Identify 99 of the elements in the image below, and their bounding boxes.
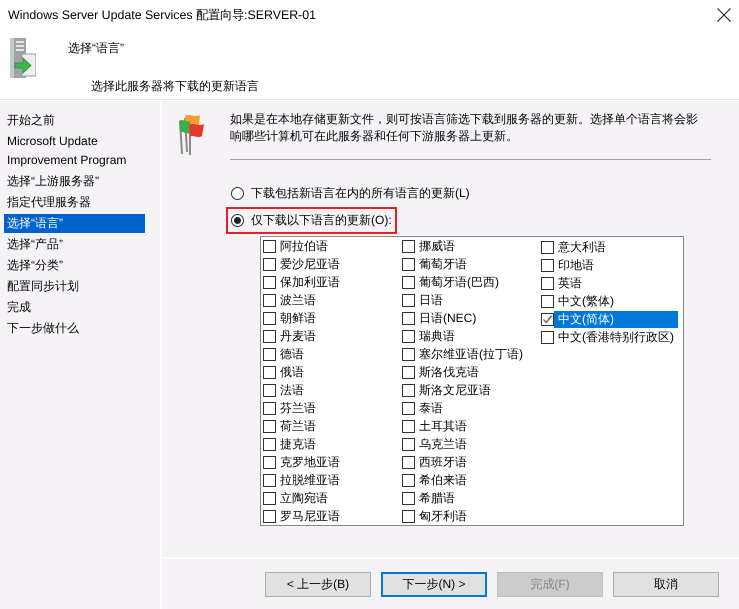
wizard-step: 下一步做什么 <box>4 319 145 338</box>
checkbox[interactable] <box>402 456 415 469</box>
checkbox[interactable] <box>263 384 276 397</box>
checkbox[interactable] <box>263 492 276 505</box>
checkbox[interactable] <box>263 330 276 344</box>
window-title: Windows Server Update Services 配置向导:SERVER-01 <box>8 6 316 24</box>
language-label[interactable]: 芬兰语 <box>276 400 320 417</box>
close-icon[interactable] <box>717 8 731 22</box>
language-label[interactable]: 乌克兰语 <box>415 436 471 453</box>
language-label[interactable]: 斯洛文尼亚语 <box>415 382 495 399</box>
checkbox[interactable] <box>263 276 276 290</box>
checkbox[interactable] <box>263 420 276 433</box>
checkbox[interactable] <box>402 348 415 362</box>
wizard-step: 配置同步计划 <box>4 277 145 296</box>
checkbox[interactable] <box>402 420 415 433</box>
language-label[interactable]: 匈牙利语 <box>415 508 471 525</box>
language-label[interactable]: 泰语 <box>415 400 447 417</box>
radio-button[interactable] <box>231 214 244 227</box>
language-label[interactable]: 日语 <box>415 292 447 310</box>
checkbox[interactable] <box>402 510 415 523</box>
wizard-step: 完成 <box>4 298 145 317</box>
language-label[interactable]: 希腊语 <box>415 490 459 507</box>
page-title: 选择“语言” <box>68 40 124 57</box>
language-label[interactable]: 挪威语 <box>415 238 459 256</box>
language-label[interactable]: 土耳其语 <box>415 418 471 435</box>
language-label[interactable]: 希伯来语 <box>415 472 471 489</box>
checkbox[interactable] <box>263 402 276 415</box>
description-text: 如果是在本地存储更新文件，则可按语言筛选下载到服务器的更新。选择单个语言将会影响哪些计算机可在此服务器和任何下游服务器上更新。 <box>230 111 699 145</box>
language-label[interactable]: 阿拉伯语 <box>276 238 332 256</box>
checkbox[interactable] <box>402 402 415 415</box>
language-label[interactable]: 中文(繁体) <box>554 292 618 310</box>
language-label[interactable]: 爱沙尼亚语 <box>276 256 344 274</box>
language-label[interactable]: 英语 <box>554 274 586 292</box>
checkbox[interactable] <box>263 366 276 380</box>
language-label[interactable]: 德语 <box>276 346 308 364</box>
checkbox[interactable] <box>402 294 415 308</box>
language-label[interactable]: 印地语 <box>554 256 598 274</box>
language-label[interactable]: 立陶宛语 <box>276 490 332 507</box>
language-label[interactable]: 朝鲜语 <box>276 310 320 328</box>
language-label[interactable]: 葡萄牙语(巴西) <box>415 274 503 292</box>
checkbox[interactable] <box>541 330 554 344</box>
wizard-step: Microsoft Update Improvement Program <box>4 132 145 170</box>
checkbox[interactable] <box>541 276 554 290</box>
radio-label[interactable]: 仅下载以下语言的更新(O): <box>251 212 392 229</box>
checkbox[interactable] <box>263 240 276 254</box>
wizard-step: 选择“分类” <box>4 256 145 275</box>
checkbox[interactable] <box>541 258 554 272</box>
language-label[interactable]: 克罗地亚语 <box>276 454 344 471</box>
checkbox[interactable] <box>402 330 415 344</box>
checkbox[interactable] <box>402 474 415 487</box>
wizard-button[interactable]: 取消 <box>613 572 719 597</box>
wizard-step: 开始之前 <box>4 111 145 130</box>
language-label[interactable]: 日语(NEC) <box>415 310 480 328</box>
language-label[interactable]: 荷兰语 <box>276 418 320 435</box>
checkbox[interactable] <box>402 366 415 380</box>
checkbox[interactable] <box>263 456 276 469</box>
radio-button[interactable] <box>231 187 244 200</box>
language-label[interactable]: 瑞典语 <box>415 328 459 346</box>
wizard-step: 选择“上游服务器” <box>4 172 145 191</box>
language-label[interactable]: 波兰语 <box>276 292 320 310</box>
checkbox[interactable] <box>402 492 415 505</box>
checkbox[interactable] <box>263 294 276 308</box>
server-icon <box>10 38 36 78</box>
checkbox[interactable] <box>402 438 415 451</box>
page-subtitle: 选择此服务器将下载的更新语言 <box>91 78 259 95</box>
checkbox[interactable] <box>263 438 276 451</box>
language-label[interactable]: 意大利语 <box>554 238 610 256</box>
language-label[interactable]: 丹麦语 <box>276 328 320 346</box>
wizard-step: 指定代理服务器 <box>4 193 145 212</box>
checkbox[interactable] <box>402 240 415 254</box>
checkbox[interactable] <box>402 276 415 290</box>
checkbox[interactable] <box>402 258 415 272</box>
wizard-button[interactable]: 下一步(N) > <box>381 572 487 597</box>
language-label[interactable]: 罗马尼亚语 <box>276 508 344 525</box>
wizard-step: 选择“语言” <box>4 214 145 233</box>
checkbox[interactable] <box>263 258 276 272</box>
wizard-step: 选择“产品” <box>4 235 145 254</box>
wizard-button[interactable]: < 上一步(B) <box>265 572 371 597</box>
language-label[interactable]: 中文(简体) <box>554 310 678 328</box>
checkbox[interactable] <box>263 510 276 523</box>
radio-label[interactable]: 下载包括新语言在内的所有语言的更新(L) <box>251 185 470 202</box>
language-label[interactable]: 葡萄牙语 <box>415 256 471 274</box>
checkbox[interactable] <box>541 312 554 326</box>
checkbox[interactable] <box>263 348 276 362</box>
language-label[interactable]: 塞尔维亚语(拉丁语) <box>415 346 527 364</box>
checkbox[interactable] <box>263 474 276 487</box>
language-label[interactable]: 西班牙语 <box>415 454 471 471</box>
checkbox[interactable] <box>541 294 554 308</box>
language-label[interactable]: 俄语 <box>276 364 308 382</box>
language-label[interactable]: 斯洛伐克语 <box>415 364 483 382</box>
language-label[interactable]: 保加利亚语 <box>276 274 344 292</box>
checkbox[interactable] <box>263 312 276 326</box>
language-label[interactable]: 法语 <box>276 382 308 399</box>
checkbox[interactable] <box>402 384 415 397</box>
language-label[interactable]: 拉脱维亚语 <box>276 472 344 489</box>
language-label[interactable]: 中文(香港特别行政区) <box>554 328 678 346</box>
language-label[interactable]: 捷克语 <box>276 436 320 453</box>
checkbox[interactable] <box>541 240 554 254</box>
checkbox[interactable] <box>402 312 415 326</box>
